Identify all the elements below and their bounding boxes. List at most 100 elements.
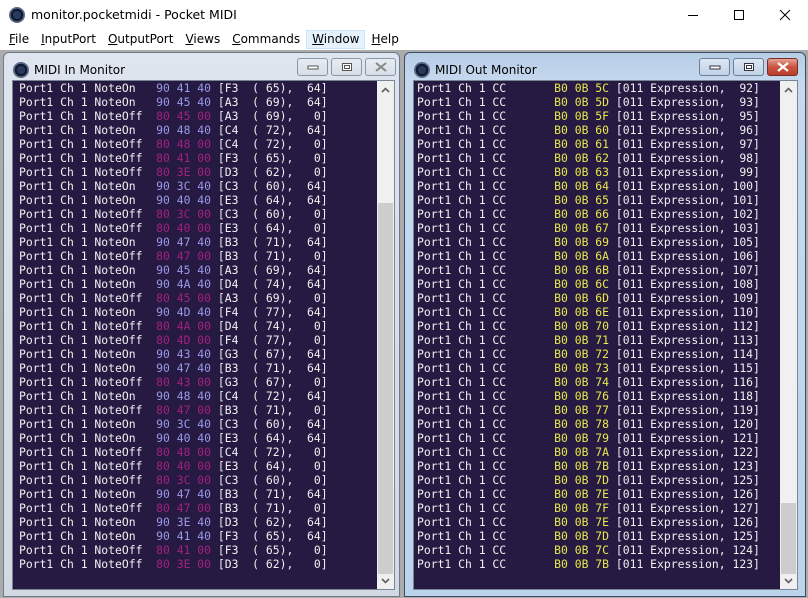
log-line-detail: [B3 ( 71), 64] (211, 235, 328, 249)
scroll-down-button[interactable] (780, 572, 797, 589)
log-line: Port1 Ch 1 NoteOff 80 45 00 [A3 ( 69), 0… (19, 109, 328, 123)
log-line: Port1 Ch 1 NoteOn 90 47 40 [B3 ( 71), 64… (19, 487, 328, 501)
log-line-detail: [011 Expression, 101] (609, 193, 760, 207)
midi-out-scrollbar[interactable] (780, 81, 797, 589)
log-line-detail: [G3 ( 67), 0] (211, 375, 328, 389)
log-line-detail: [D4 ( 74), 0] (211, 319, 328, 333)
log-line-prefix: Port1 Ch 1 CC (417, 221, 555, 235)
log-line-hex: 90 45 40 (156, 263, 212, 277)
log-line-detail: [011 Expression, 123] (609, 459, 760, 473)
log-line: Port1 Ch 1 NoteOff 80 40 00 [E3 ( 64), 0… (19, 221, 328, 235)
log-line-detail: [D4 ( 74), 64] (211, 277, 328, 291)
log-line: Port1 Ch 1 NoteOff 80 45 00 [A3 ( 69), 0… (19, 291, 328, 305)
close-icon (776, 62, 789, 72)
log-line: Port1 Ch 1 NoteOn 90 41 40 [F3 ( 65), 64… (19, 81, 328, 95)
midi-in-log[interactable]: Port1 Ch 1 NoteOn 90 41 40 [F3 ( 65), 64… (12, 80, 395, 590)
menu-views[interactable]: Views (179, 30, 226, 49)
midi-in-monitor-window: MIDI In Monitor Port1 Ch 1 NoteOn 90 41 … (3, 52, 400, 597)
log-line: Port1 Ch 1 NoteOn 90 40 40 [E3 ( 64), 64… (19, 431, 328, 445)
midi-out-minimize-button[interactable] (699, 58, 730, 76)
log-line-hex: B0 0B 7D (554, 473, 610, 487)
close-button[interactable] (762, 0, 808, 30)
midi-in-restore-button[interactable] (331, 58, 362, 76)
log-line-hex: 80 4D 00 (156, 333, 212, 347)
log-line-prefix: Port1 Ch 1 NoteOff (19, 165, 157, 179)
log-line-detail: [011 Expression, 98] (609, 151, 760, 165)
midi-out-restore-button[interactable] (733, 58, 764, 76)
log-line: Port1 Ch 1 CC B0 0B 65 [011 Expression, … (417, 193, 760, 207)
log-line-detail: [011 Expression, 112] (609, 319, 760, 333)
log-line: Port1 Ch 1 NoteOn 90 3C 40 [C3 ( 60), 64… (19, 179, 328, 193)
log-line-prefix: Port1 Ch 1 CC (417, 207, 555, 221)
log-line-hex: B0 0B 6A (554, 249, 610, 263)
chevron-down-icon (381, 577, 390, 584)
log-line-prefix: Port1 Ch 1 NoteOn (19, 179, 157, 193)
log-line-hex: B0 0B 63 (554, 165, 610, 179)
log-line-prefix: Port1 Ch 1 CC (417, 137, 555, 151)
log-line-detail: [C3 ( 60), 64] (211, 179, 328, 193)
log-line: Port1 Ch 1 CC B0 0B 7F [011 Expression, … (417, 501, 760, 515)
menu-inputport[interactable]: InputPort (35, 30, 102, 49)
log-line-detail: [011 Expression, 113] (609, 333, 760, 347)
midi-in-minimize-button[interactable] (297, 58, 328, 76)
log-line-hex: 80 3E 00 (156, 165, 212, 179)
minimize-button[interactable] (670, 0, 716, 30)
midi-out-log[interactable]: Port1 Ch 1 CC B0 0B 5C [011 Expression, … (413, 80, 798, 590)
log-line: Port1 Ch 1 CC B0 0B 5C [011 Expression, … (417, 81, 760, 95)
log-line: Port1 Ch 1 CC B0 0B 62 [011 Expression, … (417, 151, 760, 165)
log-line-hex: B0 0B 7B (554, 459, 610, 473)
log-line: Port1 Ch 1 NoteOn 90 47 40 [B3 ( 71), 64… (19, 361, 328, 375)
log-line-prefix: Port1 Ch 1 CC (417, 235, 555, 249)
log-line-hex: B0 0B 62 (554, 151, 610, 165)
maximize-button[interactable] (716, 0, 762, 30)
close-icon (779, 9, 791, 21)
log-line-detail: [E3 ( 64), 64] (211, 431, 328, 445)
log-line-hex: 80 40 00 (156, 459, 212, 473)
log-line: Port1 Ch 1 NoteOff 80 3E 00 [D3 ( 62), 0… (19, 165, 328, 179)
scroll-down-button[interactable] (377, 572, 394, 589)
menu-commands[interactable]: Commands (226, 30, 306, 49)
log-line-hex: 80 47 00 (156, 501, 212, 515)
log-line-hex: B0 0B 74 (554, 375, 610, 389)
log-line-hex: B0 0B 73 (554, 361, 610, 375)
log-line-prefix: Port1 Ch 1 CC (417, 417, 555, 431)
scroll-thumb[interactable] (378, 203, 393, 574)
menu-file[interactable]: File (3, 30, 35, 49)
log-line: Port1 Ch 1 CC B0 0B 6B [011 Expression, … (417, 263, 760, 277)
log-line-detail: [F4 ( 77), 0] (211, 333, 328, 347)
log-line-prefix: Port1 Ch 1 CC (417, 347, 555, 361)
scroll-thumb[interactable] (781, 503, 796, 574)
midi-in-close-button[interactable] (365, 58, 396, 76)
menu-help[interactable]: Help (365, 30, 404, 49)
midi-out-close-button[interactable] (767, 58, 798, 76)
log-line-hex: B0 0B 69 (554, 235, 610, 249)
log-line: Port1 Ch 1 CC B0 0B 6A [011 Expression, … (417, 249, 760, 263)
log-line-hex: 90 43 40 (156, 347, 212, 361)
log-line-hex: B0 0B 72 (554, 347, 610, 361)
log-line-prefix: Port1 Ch 1 CC (417, 319, 555, 333)
minimize-icon (688, 15, 698, 16)
log-line-detail: [F3 ( 65), 0] (211, 151, 328, 165)
log-line-detail: [C4 ( 72), 64] (211, 123, 328, 137)
log-line-detail: [011 Expression, 114] (609, 347, 760, 361)
log-line-prefix: Port1 Ch 1 CC (417, 193, 555, 207)
mdi-area: MIDI In Monitor Port1 Ch 1 NoteOn 90 41 … (0, 50, 808, 598)
log-line-prefix: Port1 Ch 1 NoteOff (19, 459, 157, 473)
log-line-detail: [011 Expression, 102] (609, 207, 760, 221)
close-icon (374, 62, 387, 72)
menu-window[interactable]: Window (306, 30, 366, 49)
log-line-hex: 90 41 40 (156, 81, 212, 95)
scroll-up-button[interactable] (780, 81, 797, 98)
log-line-hex: B0 0B 6D (554, 291, 610, 305)
midi-in-scrollbar[interactable] (377, 81, 394, 589)
log-line-hex: B0 0B 6B (554, 263, 610, 277)
log-line-prefix: Port1 Ch 1 CC (417, 473, 555, 487)
menu-outputport[interactable]: OutputPort (102, 30, 179, 49)
log-line-detail: [011 Expression, 105] (609, 235, 760, 249)
log-line-prefix: Port1 Ch 1 NoteOn (19, 81, 157, 95)
log-line-hex: 90 47 40 (156, 235, 212, 249)
log-line: Port1 Ch 1 CC B0 0B 6D [011 Expression, … (417, 291, 760, 305)
log-line-hex: B0 0B 78 (554, 417, 610, 431)
scroll-up-button[interactable] (377, 81, 394, 98)
log-line-detail: [C4 ( 72), 0] (211, 445, 328, 459)
